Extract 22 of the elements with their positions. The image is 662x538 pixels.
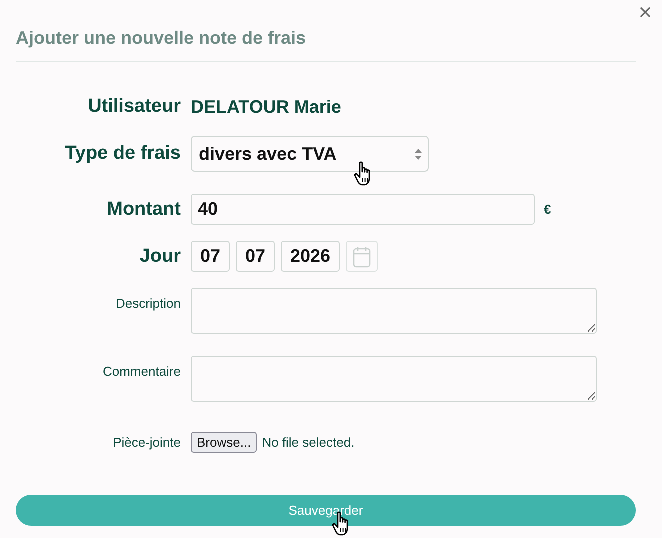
field-label: Utilisateur (87, 96, 181, 118)
field-label: Jour (138, 246, 181, 268)
close-button[interactable]: × (634, 2, 657, 23)
dialog-title: Ajouter une nouvelle note de frais (16, 0, 636, 62)
description-field[interactable] (191, 288, 597, 334)
month-field[interactable]: 07 (236, 241, 275, 272)
field-label: Montant (106, 198, 181, 220)
browse-button[interactable]: Browse... (191, 432, 258, 453)
comment-field[interactable] (191, 356, 597, 402)
currency-unit: € (544, 202, 552, 217)
field-label: Type de frais (64, 143, 181, 165)
amount-field[interactable]: 40 (191, 194, 535, 225)
field-label: Pièce-jointe (112, 435, 181, 450)
field-label: Description (114, 295, 181, 311)
year-field[interactable]: 2026 (281, 241, 340, 272)
calendar-icon (353, 246, 371, 268)
file-status: No file selected. (262, 435, 355, 450)
dropdown-arrows-icon (415, 148, 422, 160)
user-name: DELATOUR Marie (191, 96, 342, 118)
calendar-button[interactable] (346, 241, 378, 272)
field-label: Commentaire (102, 363, 181, 379)
day-field[interactable]: 07 (191, 241, 230, 272)
